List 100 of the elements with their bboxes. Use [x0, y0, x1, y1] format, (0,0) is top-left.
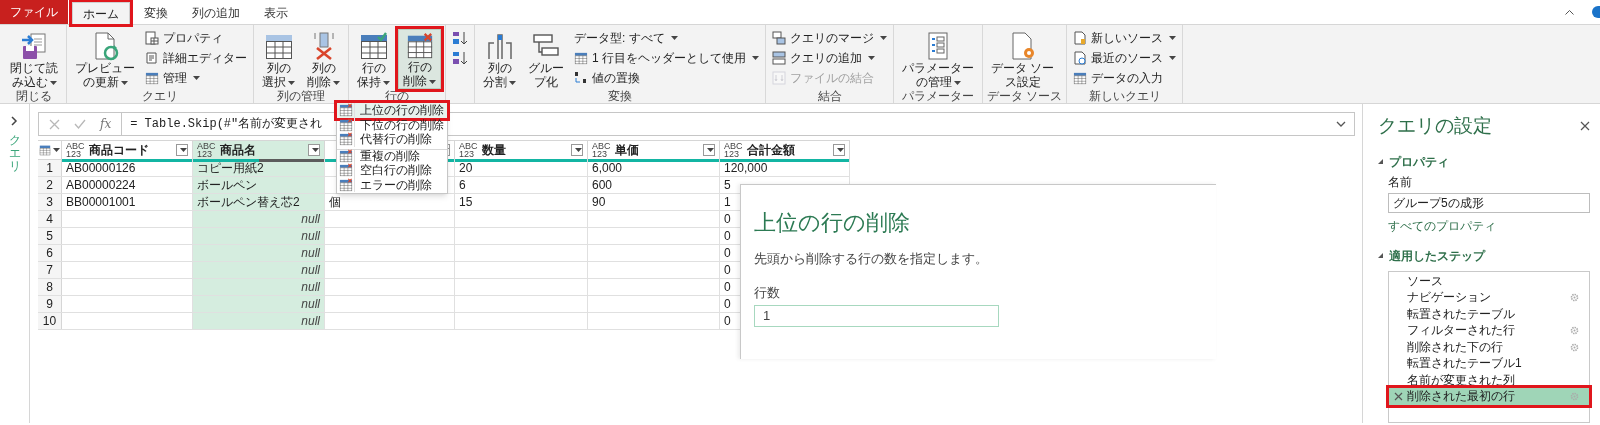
- menu-item[interactable]: エラーの削除: [337, 177, 447, 192]
- ribbon-tab[interactable]: ファイル: [0, 0, 68, 24]
- name-field[interactable]: グループ5の成形: [1388, 192, 1590, 213]
- document-clock-icon: [1073, 51, 1088, 65]
- replace-icon: [574, 71, 588, 85]
- ribbon-button[interactable]: パラメーター の管理: [898, 29, 978, 89]
- triangle-icon[interactable]: [1378, 159, 1383, 165]
- collapse-ribbon-icon[interactable]: [1565, 9, 1574, 15]
- delete-icon[interactable]: [1393, 391, 1403, 401]
- formula-field[interactable]: = Table.Skip(#"名前が変更され: [130, 115, 323, 133]
- close-icon[interactable]: [1580, 121, 1590, 132]
- row-number: 6: [38, 245, 62, 261]
- ribbon-button[interactable]: 最近のソース: [1071, 49, 1179, 67]
- table-icon: [1073, 71, 1088, 85]
- filter-button[interactable]: [176, 144, 188, 156]
- ribbon-button[interactable]: プロパティ: [143, 29, 249, 47]
- ribbon-button[interactable]: 列の 分割: [479, 29, 520, 89]
- save-icon: [19, 31, 49, 61]
- ribbon-button[interactable]: 1 行目をヘッダーとして使用: [572, 49, 761, 67]
- type-label[interactable]: ABC 123: [592, 142, 611, 158]
- ribbon-button[interactable]: 列の 削除: [303, 29, 344, 89]
- row-number: 3: [38, 194, 62, 210]
- ribbon-tab[interactable]: 変換: [134, 2, 178, 24]
- chevron-down-icon[interactable]: [1336, 121, 1346, 127]
- ribbon-button[interactable]: 列の 選択: [258, 29, 299, 89]
- caret-icon: [706, 148, 714, 152]
- ribbon-button[interactable]: 閉じて読 み込む: [6, 29, 62, 89]
- triangle-icon[interactable]: [1378, 253, 1383, 259]
- ribbon-button[interactable]: クエリの追加: [770, 49, 889, 67]
- applied-step[interactable]: 削除された最初の行: [1389, 388, 1589, 405]
- sort-button[interactable]: [450, 29, 470, 47]
- row-number: 1: [38, 160, 62, 176]
- caret-icon: [429, 79, 436, 84]
- append-icon: [772, 51, 786, 65]
- section-heading: 適用したステップ: [1389, 247, 1485, 265]
- ribbon-button[interactable]: データ型: すべて: [572, 29, 761, 47]
- caret-icon: [752, 56, 759, 60]
- check-icon[interactable]: [74, 119, 86, 129]
- ribbon-button[interactable]: データの入力: [1071, 69, 1179, 87]
- caret-icon: [288, 80, 295, 85]
- ribbon-tab[interactable]: 表示: [254, 2, 298, 24]
- help-icon[interactable]: [1592, 6, 1600, 18]
- caret-icon: [179, 148, 187, 152]
- applied-step[interactable]: ナビゲーション: [1389, 289, 1589, 306]
- menu-item[interactable]: 代替行の削除: [337, 132, 447, 147]
- filter-button[interactable]: [571, 144, 583, 156]
- ribbon-button[interactable]: データ ソー ス設定: [987, 29, 1059, 89]
- applied-step[interactable]: 転置されたテーブル: [1389, 305, 1589, 323]
- filter-button[interactable]: [308, 144, 320, 156]
- caret-icon: [1169, 56, 1177, 60]
- type-label[interactable]: ABC 123: [724, 142, 743, 158]
- row-count-field[interactable]: 1: [754, 305, 999, 327]
- applied-step[interactable]: 転置されたテーブル1: [1389, 355, 1589, 372]
- group-label: 変換: [607, 89, 633, 103]
- expand-icon[interactable]: [11, 116, 18, 126]
- ribbon-button[interactable]: 値の置換: [572, 69, 761, 87]
- filter-button[interactable]: [703, 144, 715, 156]
- table-icon: [145, 71, 159, 85]
- applied-step[interactable]: 削除された下の行: [1389, 338, 1589, 356]
- null-value: null: [193, 279, 325, 295]
- table-icon: [574, 51, 588, 65]
- applied-step[interactable]: ソース: [1389, 272, 1589, 290]
- column-name: 合計金額: [746, 142, 796, 159]
- menu-item[interactable]: 重複の削除: [337, 148, 447, 163]
- type-label[interactable]: ABC 123: [459, 142, 478, 158]
- group-label: 結合: [816, 89, 843, 103]
- remove-top-rows-icon: [338, 103, 353, 118]
- type-label[interactable]: ABC 123: [197, 142, 216, 158]
- ribbon-button[interactable]: 行の 削除: [398, 29, 441, 89]
- menu-item[interactable]: 下位の行の削除: [337, 117, 447, 132]
- ribbon-button[interactable]: グルー プ化: [524, 29, 568, 89]
- type-label[interactable]: ABC 123: [66, 142, 85, 158]
- applied-step[interactable]: フィルターされた行: [1389, 322, 1589, 339]
- ribbon-button[interactable]: 新しいソース: [1071, 29, 1179, 47]
- ribbon-button[interactable]: プレビュー の更新: [71, 29, 139, 89]
- caret-icon: [1169, 36, 1177, 40]
- all-properties-link[interactable]: すべてのプロパティ: [1388, 216, 1590, 235]
- null-value: null: [193, 313, 325, 329]
- ribbon-button[interactable]: クエリのマージ: [770, 29, 889, 47]
- caret-icon: [953, 80, 961, 85]
- group-label: 閉じる: [15, 89, 53, 103]
- function-button[interactable]: fx: [100, 115, 112, 133]
- ribbon-button[interactable]: 管理: [143, 69, 249, 87]
- column-name: 数量: [481, 142, 507, 159]
- ribbon-tab[interactable]: ホーム: [72, 2, 130, 24]
- caret-icon: [880, 36, 887, 40]
- null-value: null: [193, 228, 325, 244]
- table-icon: [39, 144, 51, 156]
- caret-icon: [53, 148, 60, 152]
- ribbon-button[interactable]: 行の 保持: [353, 29, 394, 89]
- null-value: null: [193, 262, 325, 278]
- sort-button[interactable]: [450, 49, 470, 67]
- table-cell: ボールペン: [193, 177, 325, 193]
- sort-descending-icon: [452, 50, 468, 66]
- ribbon-tab[interactable]: 列の追加: [182, 2, 250, 24]
- caret-icon: [120, 80, 128, 85]
- ribbon-button[interactable]: 詳細エディター: [143, 49, 249, 67]
- menu-item[interactable]: 空白行の削除: [337, 163, 447, 178]
- filter-button[interactable]: [833, 144, 845, 156]
- menu-item[interactable]: 上位の行の削除: [337, 103, 447, 118]
